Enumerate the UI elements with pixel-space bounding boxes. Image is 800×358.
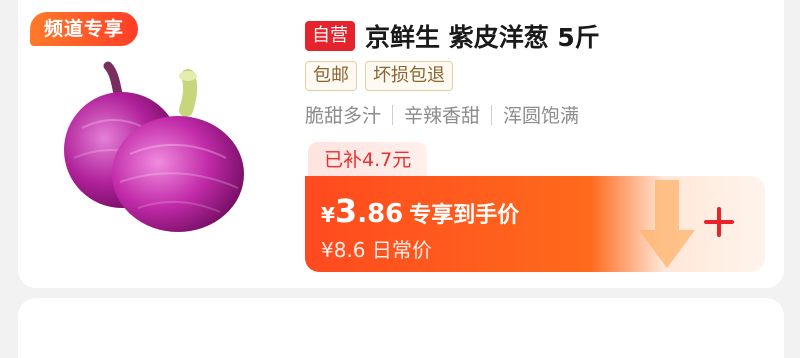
price-panel[interactable]: ¥3.86 专享到手价 ¥8.6 日常价 bbox=[305, 176, 765, 272]
feature-item: 浑圆饱满 bbox=[503, 105, 580, 127]
feature-divider bbox=[491, 104, 493, 125]
plus-icon bbox=[704, 207, 734, 237]
feature-item: 辛辣香甜 bbox=[404, 105, 481, 127]
subsidy-label: 已补4.7元 bbox=[308, 142, 428, 178]
price-label: 专享到手价 bbox=[409, 203, 520, 228]
feature-list: 脆甜多汁 辛辣香甜 浑圆饱满 bbox=[305, 101, 579, 128]
feature-item: 脆甜多汁 bbox=[305, 105, 382, 127]
damage-refund-tag: 坏损包退 bbox=[365, 61, 453, 91]
product-image[interactable] bbox=[60, 58, 260, 238]
price-decimal: .86 bbox=[357, 199, 404, 229]
service-tags: 包邮 坏损包退 bbox=[305, 61, 461, 91]
next-product-card bbox=[18, 298, 784, 358]
add-to-cart-button[interactable] bbox=[699, 202, 739, 242]
price-integer: 3 bbox=[334, 192, 358, 230]
product-title[interactable]: 京鲜生 紫皮洋葱 5斤 bbox=[365, 18, 600, 54]
feature-divider bbox=[392, 104, 394, 125]
channel-exclusive-badge: 频道专享 bbox=[30, 12, 139, 46]
daily-price: ¥8.6 日常价 bbox=[321, 238, 432, 262]
title-row[interactable]: 自营 京鲜生 紫皮洋葱 5斤 bbox=[305, 18, 600, 54]
currency-symbol: ¥ bbox=[321, 203, 335, 227]
free-shipping-tag: 包邮 bbox=[305, 61, 357, 91]
exclusive-price: ¥3.86 专享到手价 bbox=[321, 192, 519, 230]
self-operated-badge: 自营 bbox=[305, 21, 355, 51]
down-arrow-icon bbox=[639, 180, 695, 268]
